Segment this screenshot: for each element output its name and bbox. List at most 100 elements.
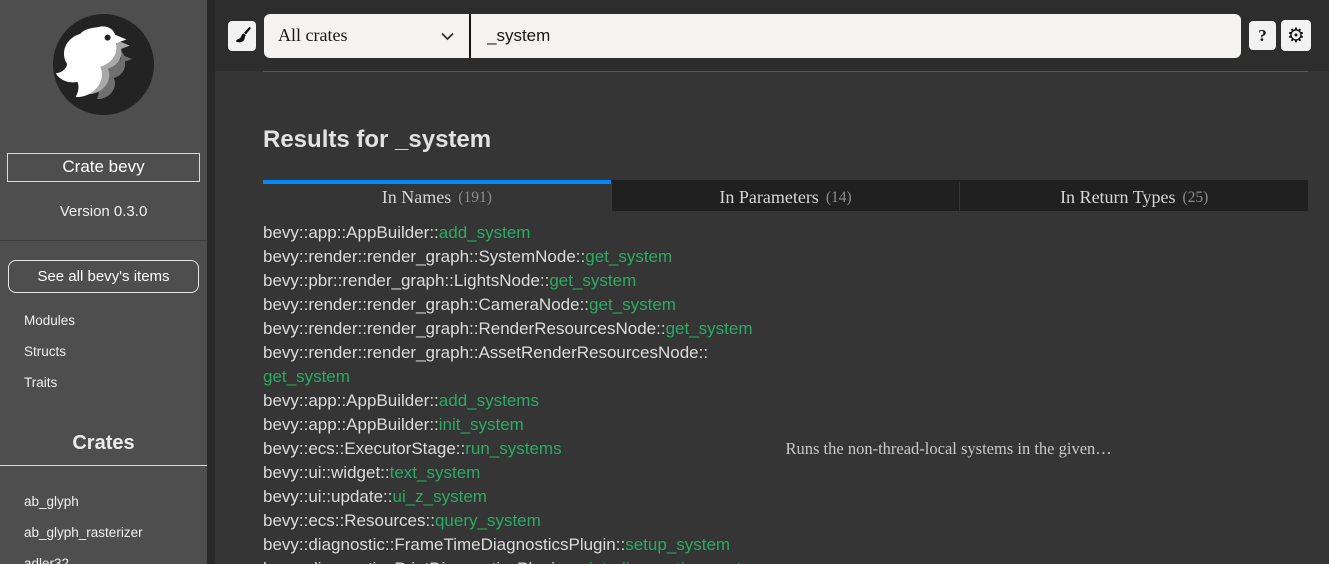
sidebar-scrollbar[interactable] xyxy=(207,0,215,564)
result-link[interactable]: bevy::ecs::ExecutorStage::run_systems xyxy=(263,437,786,461)
search-input[interactable] xyxy=(471,14,1241,58)
result-fn-name: add_system xyxy=(439,223,531,242)
bevy-logo-icon[interactable] xyxy=(52,13,155,116)
result-description xyxy=(786,461,1309,485)
result-fn-name: print_diagnostics_system xyxy=(574,559,765,564)
result-row: bevy::app::AppBuilder::add_systems xyxy=(263,389,1308,413)
result-link[interactable]: bevy::ecs::Resources::query_system xyxy=(263,509,786,533)
sidebar-item-modules[interactable]: Modules xyxy=(0,305,207,336)
sidebar: Crate bevy Version 0.3.0 See all bevy's … xyxy=(0,0,207,564)
result-row: bevy::ui::widget::text_system xyxy=(263,461,1308,485)
tab-in-parameters[interactable]: In Parameters (14) xyxy=(611,180,960,211)
result-row: bevy::diagnostic::FrameTimeDiagnosticsPl… xyxy=(263,533,1308,557)
result-row: bevy::ecs::ExecutorStage::run_systemsRun… xyxy=(263,437,1308,461)
tab-count: (25) xyxy=(1182,189,1208,207)
crate-filter-select[interactable]: All crates xyxy=(264,14,471,58)
gear-icon: ⚙ xyxy=(1287,26,1305,46)
result-fn-name: get_system xyxy=(549,271,636,290)
result-fn-name: get_system xyxy=(263,367,350,386)
result-description xyxy=(786,317,1309,341)
result-link[interactable]: bevy::render::render_graph::RenderResour… xyxy=(263,317,786,341)
result-path: bevy::app::AppBuilder:: xyxy=(263,415,439,434)
result-path: bevy::diagnostic::FrameTimeDiagnosticsPl… xyxy=(263,535,625,554)
result-row: bevy::ui::update::ui_z_system xyxy=(263,485,1308,509)
paintbrush-icon xyxy=(234,26,251,46)
result-link[interactable]: bevy::diagnostic::FrameTimeDiagnosticsPl… xyxy=(263,533,786,557)
theme-picker-button[interactable] xyxy=(228,21,256,51)
settings-button[interactable]: ⚙ xyxy=(1281,20,1311,51)
result-fn-name: text_system xyxy=(390,463,481,482)
result-path: bevy::ecs::ExecutorStage:: xyxy=(263,439,465,458)
result-description xyxy=(786,293,1309,317)
crates-heading: Crates xyxy=(0,431,207,455)
tab-in-return-types[interactable]: In Return Types (25) xyxy=(959,180,1308,211)
results-tabs: In Names (191) In Parameters (14) In Ret… xyxy=(263,180,1308,211)
crate-link-adler32[interactable]: adler32 xyxy=(0,548,207,564)
result-row: bevy::pbr::render_graph::LightsNode::get… xyxy=(263,269,1308,293)
tab-in-names[interactable]: In Names (191) xyxy=(263,180,611,211)
result-row: bevy::diagnostic::PrintDiagnosticsPlugin… xyxy=(263,557,1308,564)
result-link[interactable]: bevy::render::render_graph::SystemNode::… xyxy=(263,245,786,269)
crate-link-ab-glyph-rasterizer[interactable]: ab_glyph_rasterizer xyxy=(0,517,207,548)
main-area: All crates ? ⚙ Results for _system In Na… xyxy=(215,0,1329,564)
result-row: bevy::app::AppBuilder::init_system xyxy=(263,413,1308,437)
result-path: bevy::render::render_graph::CameraNode:: xyxy=(263,295,589,314)
result-path: bevy::diagnostic::PrintDiagnosticsPlugin… xyxy=(263,559,574,564)
crate-link-ab-glyph[interactable]: ab_glyph xyxy=(0,486,207,517)
chevron-down-icon xyxy=(440,25,455,46)
result-description xyxy=(786,341,1309,389)
result-row: bevy::render::render_graph::RenderResour… xyxy=(263,317,1308,341)
sidebar-menu: ModulesStructsTraits xyxy=(0,305,207,398)
result-fn-name: query_system xyxy=(435,511,541,530)
result-fn-name: add_systems xyxy=(439,391,539,410)
result-fn-name: ui_z_system xyxy=(392,487,486,506)
result-fn-name: get_system xyxy=(585,247,672,266)
result-path: bevy::render::render_graph::SystemNode:: xyxy=(263,247,585,266)
sidebar-item-structs[interactable]: Structs xyxy=(0,336,207,367)
sidebar-item-traits[interactable]: Traits xyxy=(0,367,207,398)
result-link[interactable]: bevy::render::render_graph::AssetRenderR… xyxy=(263,341,786,389)
result-row: bevy::ecs::Resources::query_system xyxy=(263,509,1308,533)
result-fn-name: setup_system xyxy=(625,535,730,554)
result-row: bevy::app::AppBuilder::add_system xyxy=(263,221,1308,245)
help-button[interactable]: ? xyxy=(1249,21,1276,50)
result-link[interactable]: bevy::app::AppBuilder::add_system xyxy=(263,221,786,245)
results-list: bevy::app::AppBuilder::add_systembevy::r… xyxy=(263,221,1308,564)
crate-title[interactable]: Crate bevy xyxy=(7,153,200,182)
crate-filter-value: All crates xyxy=(278,25,347,46)
result-path: bevy::ecs::Resources:: xyxy=(263,511,435,530)
result-description xyxy=(786,389,1309,413)
see-all-items-button[interactable]: See all bevy's items xyxy=(8,260,199,293)
result-path: bevy::ui::update:: xyxy=(263,487,392,506)
result-description xyxy=(786,413,1309,437)
result-row: bevy::render::render_graph::SystemNode::… xyxy=(263,245,1308,269)
crates-list: ab_glyphab_glyph_rasterizeradler32 xyxy=(0,486,207,564)
search-topbar: All crates ? ⚙ xyxy=(215,0,1329,71)
result-description xyxy=(786,557,1309,564)
result-path: bevy::app::AppBuilder:: xyxy=(263,391,439,410)
result-description xyxy=(786,245,1309,269)
tab-label: In Names xyxy=(382,187,451,208)
result-link[interactable]: bevy::app::AppBuilder::init_system xyxy=(263,413,786,437)
result-link[interactable]: bevy::ui::update::ui_z_system xyxy=(263,485,786,509)
tab-count: (14) xyxy=(826,189,852,207)
result-link[interactable]: bevy::pbr::render_graph::LightsNode::get… xyxy=(263,269,786,293)
results-heading: Results for _system xyxy=(263,125,1308,154)
result-link[interactable]: bevy::render::render_graph::CameraNode::… xyxy=(263,293,786,317)
result-link[interactable]: bevy::diagnostic::PrintDiagnosticsPlugin… xyxy=(263,557,786,564)
tab-count: (191) xyxy=(458,189,492,207)
result-description xyxy=(786,221,1309,245)
sidebar-divider-crates xyxy=(0,465,207,466)
result-fn-name: get_system xyxy=(589,295,676,314)
result-description: Runs the non-thread-local systems in the… xyxy=(786,437,1309,461)
result-path: bevy::render::render_graph::AssetRenderR… xyxy=(263,343,708,362)
result-fn-name: run_systems xyxy=(465,439,561,458)
result-link[interactable]: bevy::ui::widget::text_system xyxy=(263,461,786,485)
result-fn-name: init_system xyxy=(439,415,524,434)
sidebar-divider-top xyxy=(0,240,207,241)
result-path: bevy::ui::widget:: xyxy=(263,463,390,482)
tab-label: In Return Types xyxy=(1060,187,1175,208)
result-description xyxy=(786,509,1309,533)
result-path: bevy::app::AppBuilder:: xyxy=(263,223,439,242)
result-link[interactable]: bevy::app::AppBuilder::add_systems xyxy=(263,389,786,413)
